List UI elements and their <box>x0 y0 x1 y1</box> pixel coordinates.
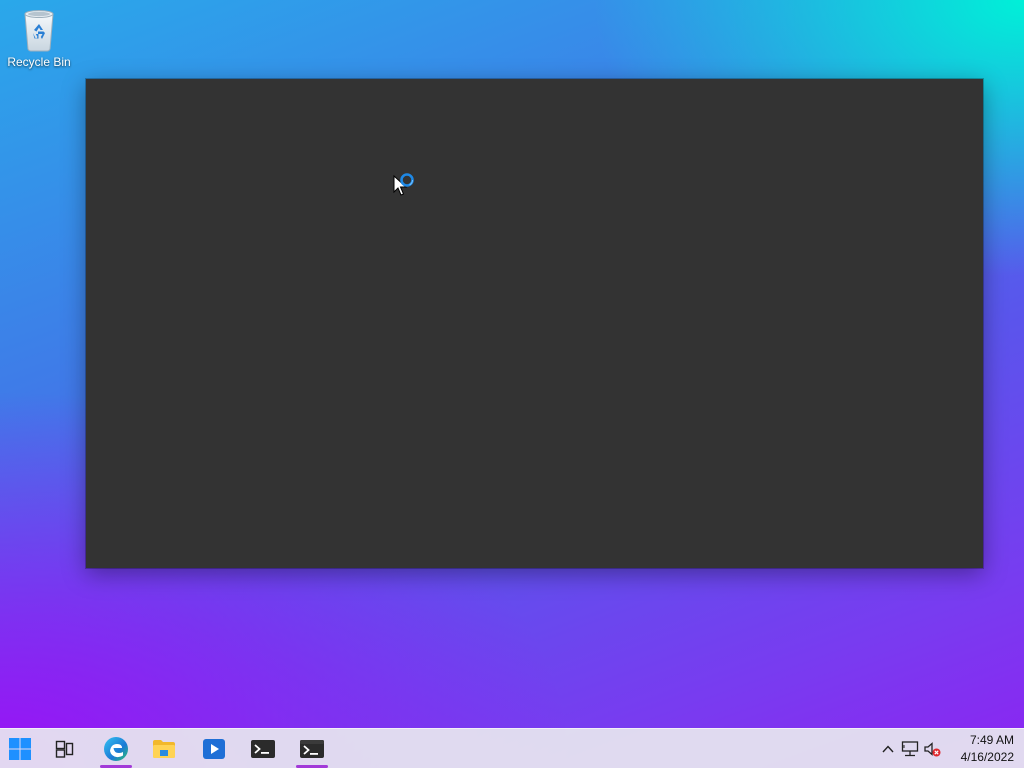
taskbar-media-player-button[interactable] <box>194 729 234 768</box>
taskbar-terminal-button[interactable] <box>243 729 283 768</box>
start-button[interactable] <box>0 729 40 768</box>
desktop: Recycle Bin 7:49 AM 4/16/2022 <box>0 0 1024 768</box>
volume-button[interactable] <box>922 739 942 759</box>
volume-muted-icon <box>924 742 941 757</box>
show-hidden-icons-button[interactable] <box>878 739 898 759</box>
windows-start-icon <box>9 738 31 760</box>
terminal-icon <box>251 740 275 758</box>
task-view-button[interactable] <box>45 729 85 768</box>
network-icon <box>901 741 919 757</box>
edge-icon <box>104 737 128 761</box>
clock-date: 4/16/2022 <box>960 750 1014 764</box>
taskbar-terminal-active-button[interactable] <box>292 729 332 768</box>
system-tray: 7:49 AM 4/16/2022 <box>874 729 1024 768</box>
media-player-icon <box>203 739 225 759</box>
taskbar: 7:49 AM 4/16/2022 <box>0 728 1024 768</box>
chevron-up-icon <box>882 745 894 753</box>
clock[interactable]: 7:49 AM 4/16/2022 <box>954 732 1014 766</box>
network-button[interactable] <box>900 739 920 759</box>
taskbar-edge-button[interactable] <box>96 729 136 768</box>
loading-window[interactable] <box>86 79 983 568</box>
folder-icon <box>153 740 175 758</box>
taskbar-file-explorer-button[interactable] <box>144 729 184 768</box>
terminal-icon <box>300 740 324 758</box>
task-view-icon <box>55 740 74 758</box>
recycle-bin-icon <box>24 10 54 52</box>
recycle-bin-shortcut[interactable]: Recycle Bin <box>4 6 74 69</box>
clock-time: 7:49 AM <box>969 733 1014 747</box>
recycle-bin-label: Recycle Bin <box>7 55 71 69</box>
